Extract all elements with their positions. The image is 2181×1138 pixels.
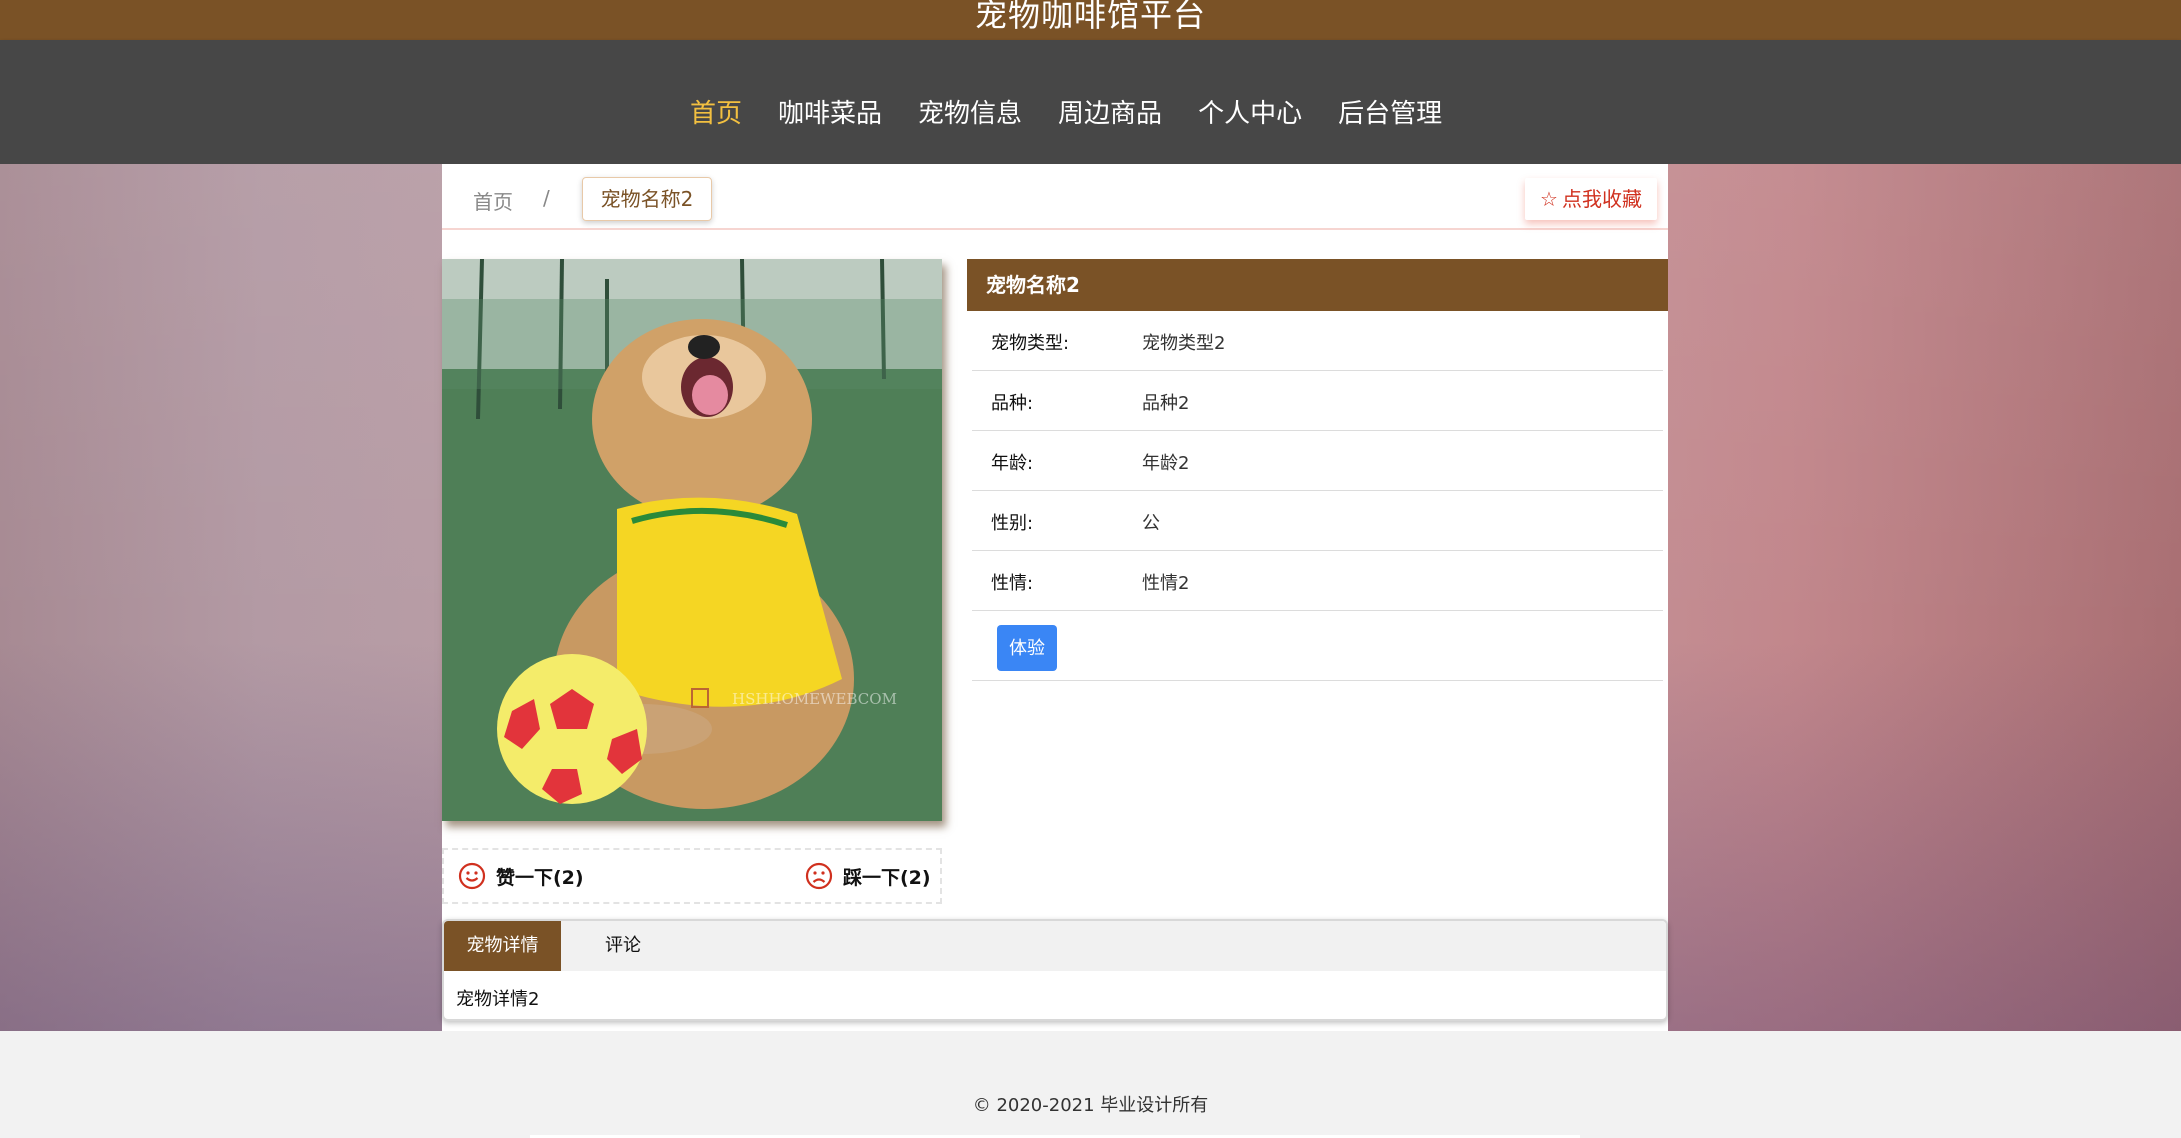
pet-info-panel: 宠物名称2 宠物类型: 宠物类型2 品种: 品种2 年龄: 年龄2 性别: 公 …	[967, 259, 1668, 681]
tab-pet-details[interactable]: 宠物详情	[444, 921, 561, 971]
dislike-button[interactable]: 踩一下(2)	[805, 862, 931, 890]
dislike-label: 踩一下(2)	[843, 866, 931, 889]
smile-icon	[458, 862, 486, 890]
info-value: 品种2	[1142, 393, 1190, 414]
main-content: 首页 / 宠物名称2 ☆ 点我收藏 HSHHOMEWEBCOM 赞一下(2) 踩…	[442, 164, 1668, 1031]
pet-photo: HSHHOMEWEBCOM	[442, 259, 942, 821]
frown-icon	[805, 862, 833, 890]
nav-item-home[interactable]: 首页	[672, 88, 760, 140]
tab-comments[interactable]: 评论	[561, 921, 685, 971]
site-header: 宠物咖啡馆平台	[0, 0, 2181, 40]
nav-item-admin[interactable]: 后台管理	[1320, 88, 1460, 140]
svg-text:HSHHOMEWEBCOM: HSHHOMEWEBCOM	[732, 690, 897, 708]
favorite-button[interactable]: ☆ 点我收藏	[1525, 178, 1657, 220]
action-row: 体验	[972, 611, 1663, 681]
info-row-temperament: 性情: 性情2	[972, 551, 1663, 611]
nav-item-profile[interactable]: 个人中心	[1180, 88, 1320, 140]
breadcrumb-separator: /	[543, 186, 550, 210]
nav-item-coffee[interactable]: 咖啡菜品	[760, 88, 900, 140]
info-value: 年龄2	[1142, 453, 1190, 474]
tab-content: 宠物详情2	[456, 989, 540, 1010]
breadcrumb: 首页 / 宠物名称2 ☆ 点我收藏	[442, 164, 1668, 230]
info-label: 宠物类型:	[991, 333, 1070, 354]
info-value: 性情2	[1142, 573, 1190, 594]
nav-list: 首页 咖啡菜品 宠物信息 周边商品 个人中心 后台管理	[672, 99, 1460, 166]
info-row-type: 宠物类型: 宠物类型2	[972, 311, 1663, 371]
breadcrumb-home[interactable]: 首页	[473, 186, 513, 215]
info-label: 品种:	[991, 393, 1034, 414]
dog-with-ball-image: HSHHOMEWEBCOM	[442, 259, 942, 821]
info-value: 宠物类型2	[1142, 333, 1226, 354]
like-label: 赞一下(2)	[496, 866, 584, 889]
tab-strip: 宠物详情 评论	[444, 921, 1666, 971]
nav-item-merch[interactable]: 周边商品	[1040, 88, 1180, 140]
info-value: 公	[1142, 513, 1160, 534]
info-label: 年龄:	[991, 453, 1034, 474]
pet-name-heading: 宠物名称2	[967, 259, 1668, 311]
info-label: 性别:	[991, 513, 1034, 534]
vote-bar: 赞一下(2) 踩一下(2)	[442, 848, 942, 904]
star-outline-icon: ☆	[1540, 187, 1558, 211]
info-row-breed: 品种: 品种2	[972, 371, 1663, 431]
info-row-age: 年龄: 年龄2	[972, 431, 1663, 491]
experience-button[interactable]: 体验	[997, 625, 1057, 671]
site-title: 宠物咖啡馆平台	[974, 0, 1206, 34]
footer: © 2020-2021 毕业设计所有	[0, 1045, 2181, 1138]
breadcrumb-current: 宠物名称2	[582, 177, 712, 221]
main-nav: 首页 咖啡菜品 宠物信息 周边商品 个人中心 后台管理	[0, 40, 2181, 164]
info-label: 性情:	[991, 573, 1034, 594]
nav-item-pets[interactable]: 宠物信息	[900, 88, 1040, 140]
copyright-text: © 2020-2021 毕业设计所有	[972, 1095, 1209, 1116]
like-button[interactable]: 赞一下(2)	[458, 862, 584, 890]
detail-tabs: 宠物详情 评论 宠物详情2	[442, 919, 1668, 1021]
info-row-gender: 性别: 公	[972, 491, 1663, 551]
favorite-label: 点我收藏	[1561, 187, 1642, 211]
